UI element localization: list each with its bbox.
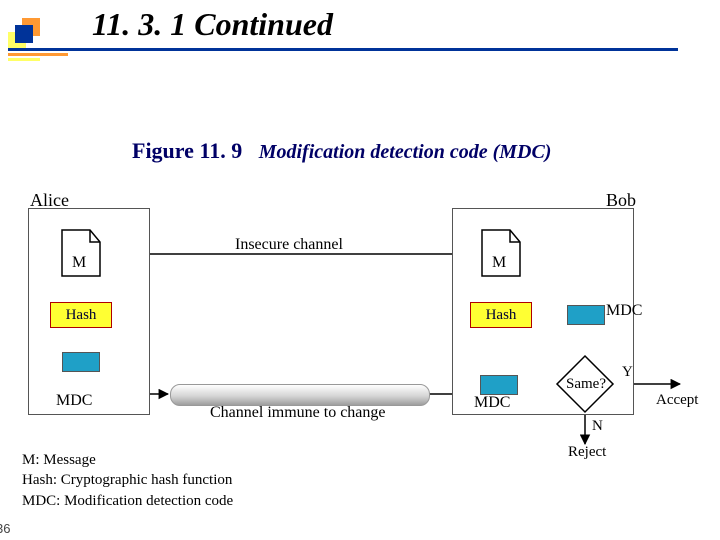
section-heading: 11. 3. 1 Continued: [92, 6, 333, 43]
header-rule-orange: [8, 53, 68, 56]
header-rule-navy: [8, 48, 678, 51]
bob-hash-box: Hash: [470, 302, 532, 328]
alice-mdc-output: [62, 352, 100, 372]
figure-caption: Figure 11. 9 Modification detection code…: [132, 138, 551, 164]
bob-label: Bob: [606, 190, 636, 211]
legend: M: Message Hash: Cryptographic hash func…: [22, 450, 233, 511]
bob-mdc-received: [480, 375, 518, 395]
alice-mdc-label: MDC: [56, 392, 92, 410]
decision-no: N: [592, 418, 603, 435]
alice-hash-box: Hash: [50, 302, 112, 328]
immune-channel-pipe: [170, 384, 430, 406]
slide: 11. 3. 1 Continued Figure 11. 9 Modifica…: [0, 0, 720, 540]
decision-yes: Y: [622, 364, 633, 381]
alice-label: Alice: [30, 190, 69, 211]
alice-message-label: M: [72, 254, 86, 272]
legend-line-3: MDC: Modification detection code: [22, 491, 233, 511]
legend-line-1: M: Message: [22, 450, 233, 470]
page-number: 36: [0, 521, 10, 536]
same-label: Same?: [566, 376, 606, 393]
bullet-navy: [15, 25, 33, 43]
mdc-diagram: Alice Bob M Hash MDC M Hash MDC MDC Inse…: [20, 196, 700, 456]
bob-mdc-computed-label: MDC: [606, 302, 642, 320]
bob-message-label: M: [492, 254, 506, 272]
bob-mdc-computed: [567, 305, 605, 325]
legend-line-2: Hash: Cryptographic hash function: [22, 470, 233, 490]
figure-title: Modification detection code (MDC): [259, 141, 552, 163]
figure-number: Figure 11. 9: [132, 138, 242, 163]
immune-channel-label: Channel immune to change: [210, 404, 386, 422]
bob-mdc-received-label: MDC: [474, 394, 510, 412]
insecure-channel-label: Insecure channel: [235, 236, 343, 254]
header-rule-yellow: [8, 58, 40, 61]
reject-label: Reject: [568, 444, 606, 461]
accept-label: Accept: [656, 392, 698, 409]
